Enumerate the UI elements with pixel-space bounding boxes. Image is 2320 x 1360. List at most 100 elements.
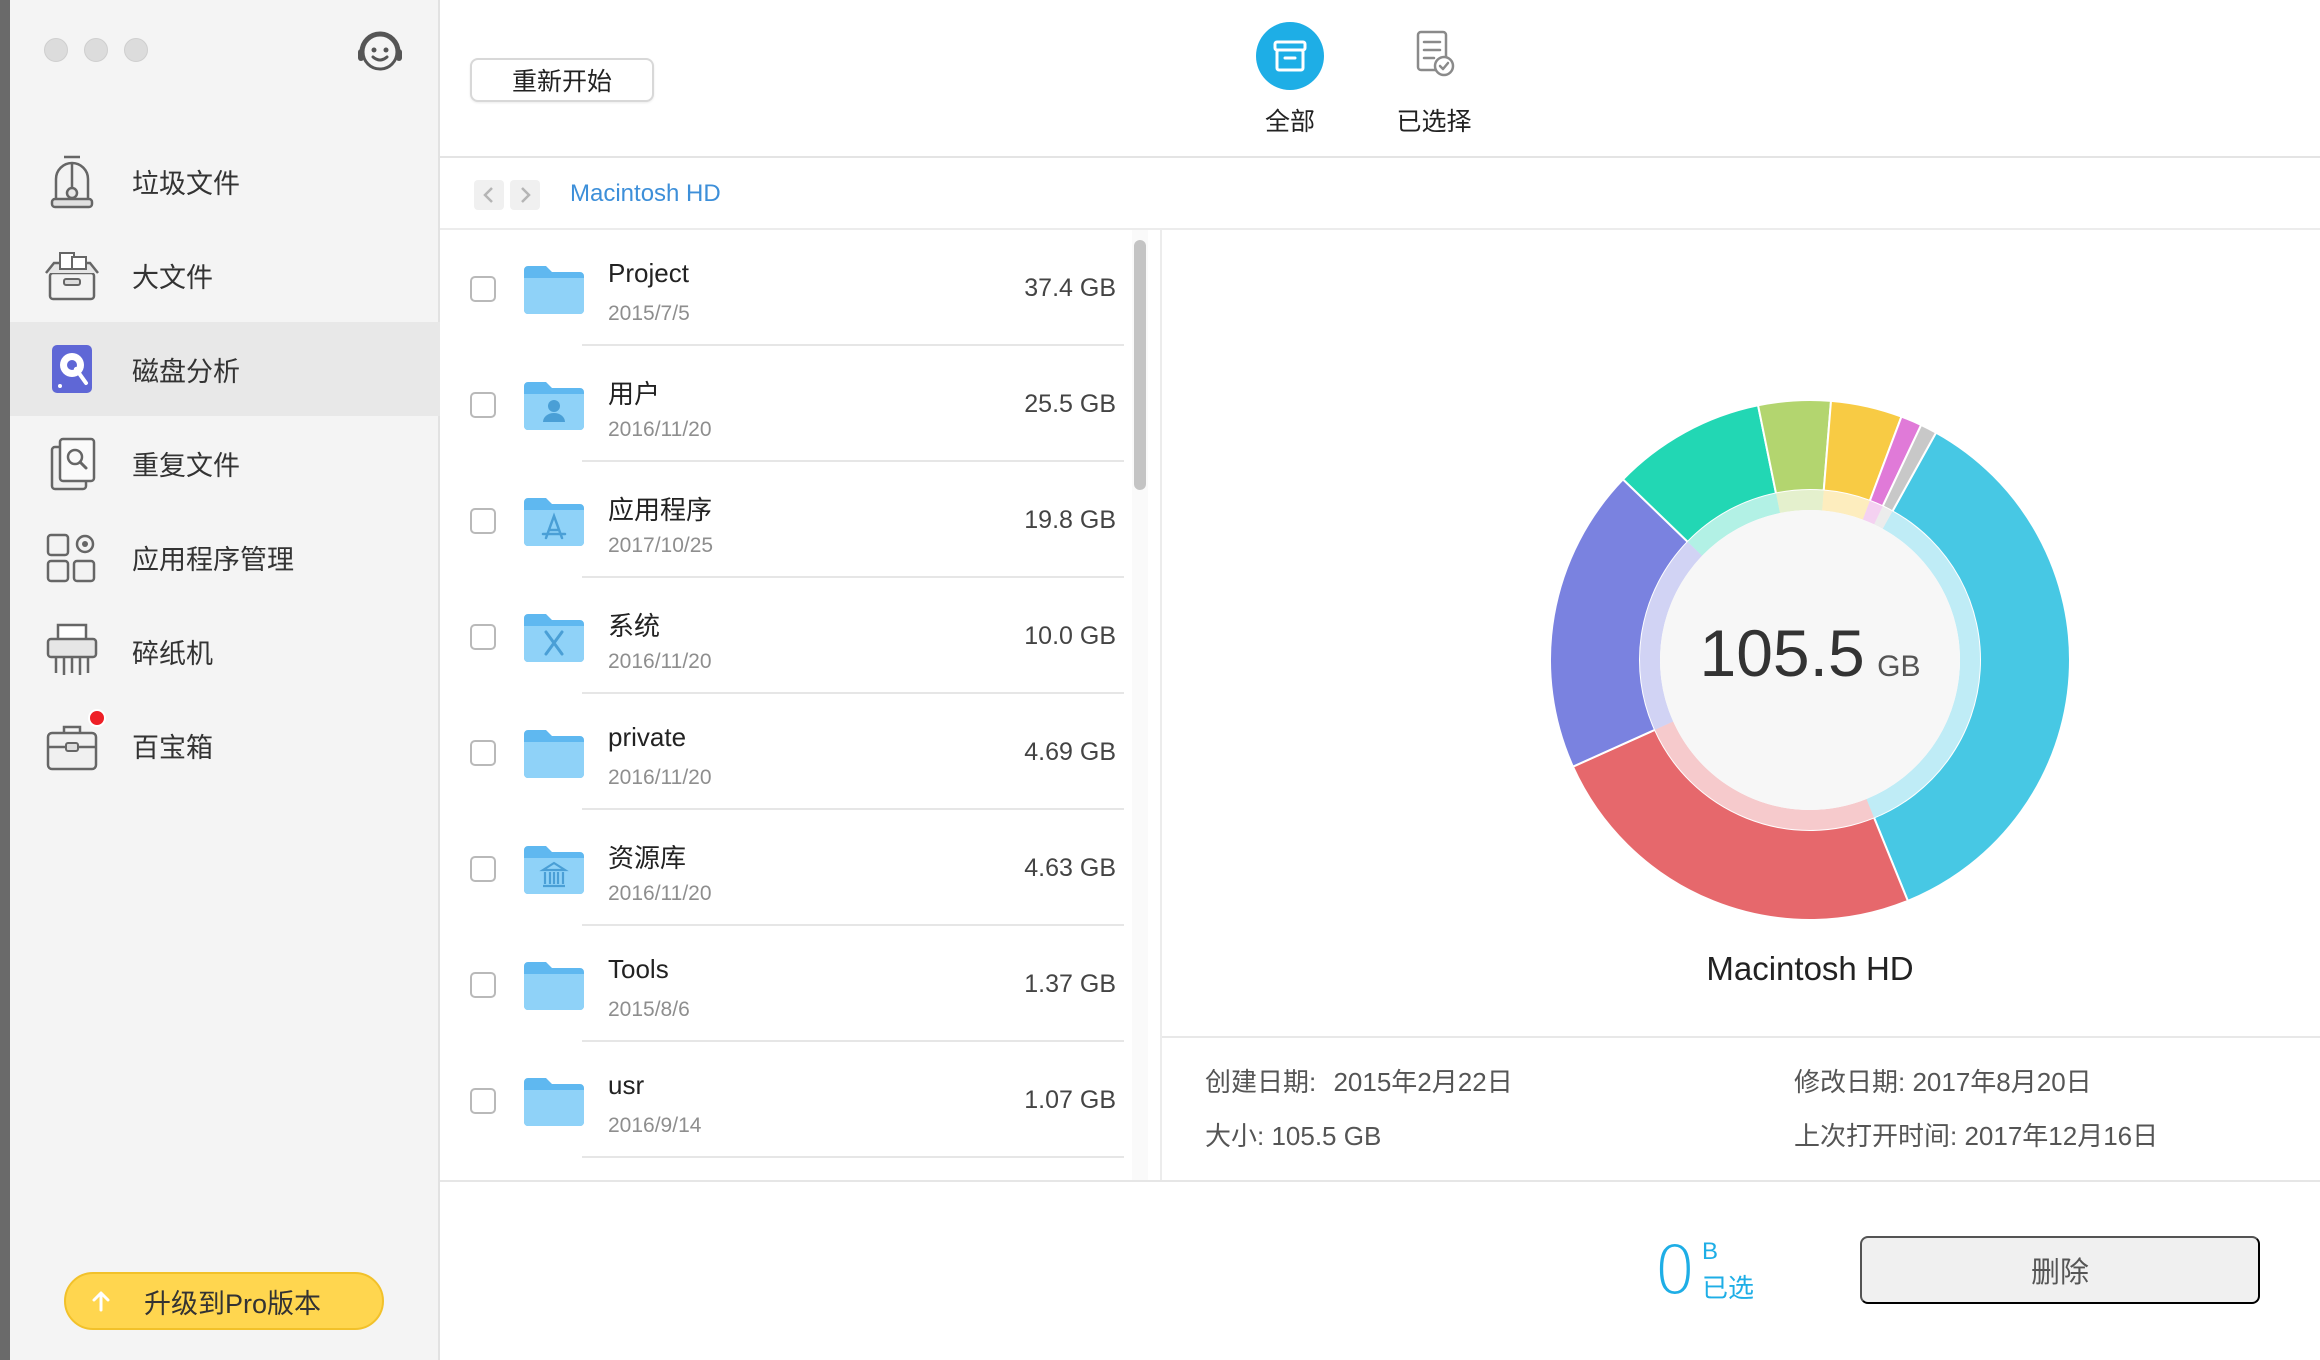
system-folder-icon xyxy=(524,614,584,662)
sidebar: 垃圾文件 大文件 磁盘分析 重复文件 应用程序管理 碎纸机 百宝箱 升级到Pro… xyxy=(10,0,440,1360)
tab-all-label: 全部 xyxy=(1264,108,1315,136)
row-checkbox[interactable] xyxy=(470,972,496,998)
table-row[interactable]: Tools 2015/8/6 1.37 GB xyxy=(440,926,1130,1042)
disk-usage-donut-chart: 105.5 GB xyxy=(1549,399,2071,921)
sidebar-item-label: 应用程序管理 xyxy=(132,544,294,575)
file-size: 1.37 GB xyxy=(1024,970,1116,998)
file-size: 4.69 GB xyxy=(1024,738,1116,766)
file-date: 2016/11/20 xyxy=(608,766,712,789)
selected-size-value: 0 xyxy=(1654,1232,1696,1309)
window-controls xyxy=(44,38,148,62)
tab-selected-label: 已选择 xyxy=(1396,108,1472,136)
delete-button[interactable]: 删除 xyxy=(1860,1236,2260,1304)
sidebar-item-label: 大文件 xyxy=(132,262,213,293)
selected-label: 已选 xyxy=(1702,1273,1755,1303)
file-date: 2015/7/5 xyxy=(608,302,690,325)
sidebar-item-label: 重复文件 xyxy=(132,450,240,481)
row-checkbox[interactable] xyxy=(470,740,496,766)
last-opened-date: 上次打开时间: 2017年12月16日 xyxy=(1794,1121,2159,1151)
app-manager-icon xyxy=(46,533,96,583)
breadcrumb: Macintosh HD xyxy=(440,158,2320,230)
sidebar-item-label: 碎纸机 xyxy=(132,638,213,669)
row-checkbox[interactable] xyxy=(470,276,496,302)
folder-icon xyxy=(524,1078,584,1126)
file-name: usr xyxy=(608,1070,645,1100)
table-row[interactable]: private 2016/11/20 4.69 GB xyxy=(440,694,1130,810)
total-size-unit: GB xyxy=(1877,650,1920,683)
sidebar-item-label: 百宝箱 xyxy=(132,732,213,763)
customer-support-icon[interactable] xyxy=(352,22,408,78)
window-edge xyxy=(0,0,10,1360)
chevron-right-icon xyxy=(521,187,531,203)
sidebar-item-junk-files[interactable]: 垃圾文件 xyxy=(10,134,440,228)
tab-all[interactable]: 全部 xyxy=(1220,20,1360,138)
table-row[interactable]: 资源库 2016/11/20 4.63 GB xyxy=(440,810,1130,926)
created-date: 创建日期: 2015年2月22日 xyxy=(1205,1062,1513,1099)
file-name: 应用程序 xyxy=(608,495,713,525)
sidebar-item-duplicate-files[interactable]: 重复文件 xyxy=(10,416,440,510)
file-size: 37.4 GB xyxy=(1024,274,1116,302)
file-name: 资源库 xyxy=(608,843,687,873)
sidebar-item-disk-analysis[interactable]: 磁盘分析 xyxy=(10,322,440,416)
created-date-label: 创建日期: xyxy=(1205,1067,1317,1097)
zoom-window-button[interactable] xyxy=(124,38,148,62)
created-date-value: 2015年2月22日 xyxy=(1333,1067,1513,1097)
donut-inner-segment-4 xyxy=(1776,490,1824,514)
shredder-icon xyxy=(46,623,98,675)
tab-selected[interactable]: 已选择 xyxy=(1364,20,1504,138)
disk-analysis-icon xyxy=(52,345,92,393)
minimize-window-button[interactable] xyxy=(84,38,108,62)
sidebar-item-label: 磁盘分析 xyxy=(132,356,240,387)
table-row[interactable]: Project 2015/7/5 37.4 GB xyxy=(440,230,1130,346)
restart-button[interactable]: 重新开始 xyxy=(470,58,654,102)
sidebar-item-large-files[interactable]: 大文件 xyxy=(10,228,440,322)
table-row[interactable]: 系统 2016/11/20 10.0 GB xyxy=(440,578,1130,694)
upgrade-label: 升级到Pro版本 xyxy=(144,1288,322,1319)
disk-size: 大小: 105.5 GB xyxy=(1205,1121,1382,1151)
file-date: 2016/11/20 xyxy=(608,418,712,441)
users-folder-icon xyxy=(524,382,584,430)
chevron-left-icon xyxy=(483,187,493,203)
sidebar-item-label: 垃圾文件 xyxy=(132,168,240,199)
file-date: 2016/11/20 xyxy=(608,650,712,673)
file-size: 1.07 GB xyxy=(1024,1086,1116,1114)
list-scrollbar-thumb[interactable] xyxy=(1134,240,1146,490)
row-checkbox[interactable] xyxy=(470,1088,496,1114)
file-size: 25.5 GB xyxy=(1024,390,1116,418)
file-name: 用户 xyxy=(608,379,661,409)
file-date: 2017/10/25 xyxy=(608,534,714,557)
row-checkbox[interactable] xyxy=(470,508,496,534)
file-date: 2015/8/6 xyxy=(608,998,690,1021)
sidebar-item-app-manager[interactable]: 应用程序管理 xyxy=(10,510,440,604)
file-list: Project 2015/7/5 37.4 GB 用户 2016/11/20 2… xyxy=(440,230,1130,1180)
row-checkbox[interactable] xyxy=(470,392,496,418)
checked-list-icon xyxy=(1416,30,1455,77)
back-button[interactable] xyxy=(474,180,504,210)
file-size: 19.8 GB xyxy=(1024,506,1116,534)
table-row[interactable]: usr 2016/9/14 1.07 GB xyxy=(440,1042,1130,1158)
file-name: 系统 xyxy=(608,611,661,641)
file-date: 2016/11/20 xyxy=(608,882,712,905)
duplicate-file-icon xyxy=(50,437,96,491)
row-checkbox[interactable] xyxy=(470,624,496,650)
breadcrumb-current[interactable]: Macintosh HD xyxy=(570,180,721,208)
folder-icon xyxy=(524,730,584,778)
file-size: 4.63 GB xyxy=(1024,854,1116,882)
total-size-value: 105.5 xyxy=(1700,616,1865,690)
forward-button[interactable] xyxy=(510,180,540,210)
vacuum-cleaner-icon xyxy=(50,155,94,209)
close-window-button[interactable] xyxy=(44,38,68,62)
file-name: private xyxy=(608,722,687,752)
file-size: 10.0 GB xyxy=(1024,622,1116,650)
table-row[interactable]: 用户 2016/11/20 25.5 GB xyxy=(440,346,1130,462)
row-checkbox[interactable] xyxy=(470,856,496,882)
sidebar-item-toolbox[interactable]: 百宝箱 xyxy=(10,698,440,792)
table-row[interactable]: 应用程序 2017/10/25 19.8 GB xyxy=(440,462,1130,578)
sidebar-nav: 垃圾文件 大文件 磁盘分析 重复文件 应用程序管理 碎纸机 百宝箱 xyxy=(10,134,440,792)
toolbox-icon-wrap xyxy=(42,709,106,775)
file-name: Tools xyxy=(608,954,669,984)
folder-icon xyxy=(524,962,584,1010)
selected-size-unit: B xyxy=(1702,1238,1719,1265)
sidebar-item-shredder[interactable]: 碎纸机 xyxy=(10,604,440,698)
upgrade-pro-button[interactable]: 升级到Pro版本 xyxy=(64,1272,384,1330)
